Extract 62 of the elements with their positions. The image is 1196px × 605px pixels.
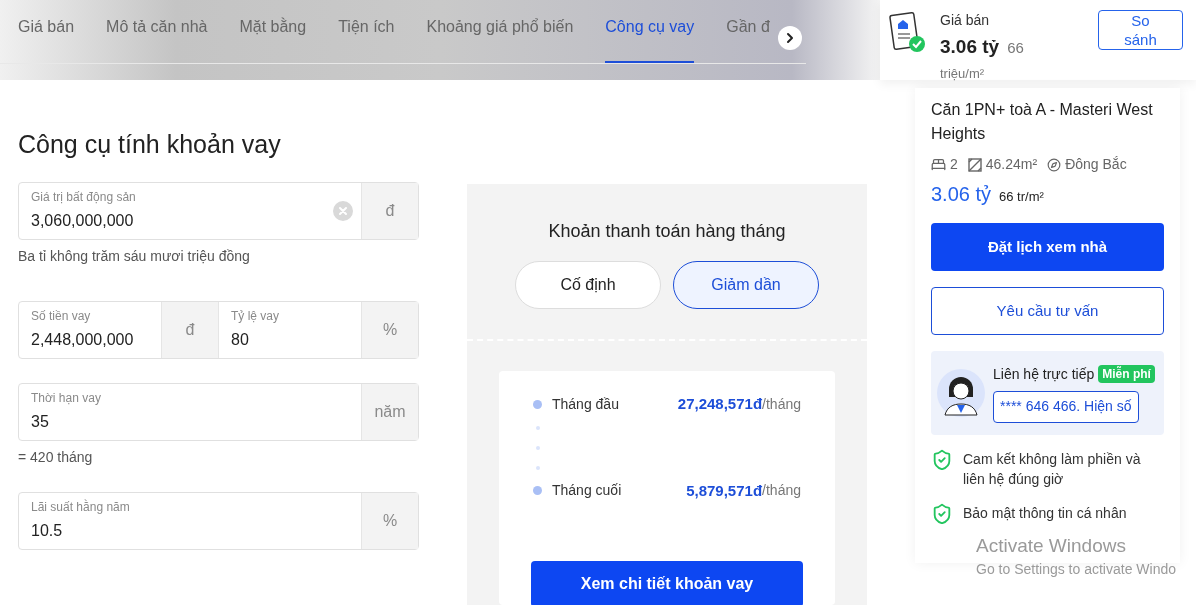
field-label: Thời hạn vay (31, 390, 102, 406)
price-label: Giá bán (940, 11, 991, 30)
contact-label: Liên hệ trực tiếp (993, 364, 1095, 384)
calculator-title: Công cụ tính khoản vay (18, 129, 282, 160)
listing-title: Căn 1PN+ toà A - Masteri West Heights (931, 100, 1154, 144)
field-note: = 420 tháng (18, 448, 94, 467)
field-label: Tỷ lệ vay (231, 308, 280, 324)
unit-price-unit: triệu/m² (940, 64, 986, 83)
schedule-label: Tháng đầu (552, 394, 619, 414)
unit-label: % (361, 493, 418, 549)
field-note: Ba tỉ không trăm sáu mươi triệu đồng (18, 247, 251, 266)
per-month: /tháng (762, 481, 801, 501)
activation-subtitle: Go to Settings to activate Windo (976, 560, 1176, 579)
schedule-label: Tháng cuối (552, 481, 622, 501)
unit-label: năm (361, 384, 418, 440)
price-value: 3.06 tỷ (940, 35, 1000, 59)
show-phone-button[interactable]: **** 646 466. Hiện số (993, 390, 1139, 423)
nav-tab[interactable]: Mô tả căn nhà (106, 15, 208, 63)
input-field[interactable]: 10.5 (31, 519, 353, 543)
listing-price: 3.06 tỷ (931, 182, 992, 207)
input-field[interactable]: 35 (31, 410, 353, 434)
activation-title: Activate Windows (976, 534, 1127, 558)
field-label: Giá trị bất động sản (31, 189, 137, 205)
schedule-visit-button[interactable]: Đặt lịch xem nhà (931, 223, 1164, 271)
direction-value: Đông Bắc (1065, 155, 1127, 174)
consult-button[interactable]: Yêu cầu tư vấn (931, 287, 1164, 335)
schedule-amount: 5,879,571đ (686, 480, 763, 501)
loan-detail-button[interactable]: Xem chi tiết khoản vay (531, 561, 803, 605)
input-field[interactable]: 80 (231, 328, 353, 352)
document-house-icon (888, 10, 928, 54)
avatar-icon (937, 369, 985, 417)
per-month: /tháng (762, 394, 801, 414)
input-field[interactable]: 3,060,000,000 (31, 209, 333, 233)
bed-icon (931, 157, 946, 172)
input-field[interactable]: 2,448,000,000 (31, 328, 153, 352)
bedroom-count: 2 (950, 155, 958, 174)
field-label: Số tiền vay (31, 308, 92, 324)
scroll-right-button[interactable] (778, 26, 802, 50)
nav-tab[interactable]: Công cụ vay (605, 15, 695, 63)
area-value: 46.24m² (985, 155, 1038, 174)
mode-toggle[interactable]: Cố định (515, 261, 661, 309)
compass-icon (1047, 157, 1062, 172)
nav-tab[interactable]: Khoảng giá phổ biến (426, 15, 574, 63)
listing-unit-price: 66 tr/m² (999, 188, 1044, 206)
nav-tab[interactable]: Giá bán (18, 15, 75, 63)
unit-label: % (361, 302, 418, 358)
area-icon (967, 157, 982, 172)
schedule-amount: 27,248,571đ (677, 394, 763, 414)
unit-price: 66 (1007, 38, 1024, 58)
payment-title: Khoản thanh toán hàng tháng (548, 220, 786, 243)
unit-label: đ (161, 302, 218, 358)
assurance-text: Bảo mật thông tin cá nhân (963, 504, 1127, 523)
mode-toggle[interactable]: Giảm dần (673, 261, 819, 309)
shield-check-icon (931, 503, 953, 525)
shield-check-icon (931, 449, 953, 471)
field-label: Lãi suất hằng năm (31, 499, 131, 515)
free-badge: Miễn phí (1098, 365, 1155, 383)
compare-button[interactable]: So sánh (1098, 10, 1183, 50)
unit-label: đ (361, 183, 418, 239)
assurance-text: Cam kết không làm phiền và liên hệ đúng giờ (963, 450, 1142, 489)
nav-tab[interactable]: Mặt bằng (239, 15, 307, 63)
nav-tab[interactable]: Tiện ích (338, 15, 395, 63)
